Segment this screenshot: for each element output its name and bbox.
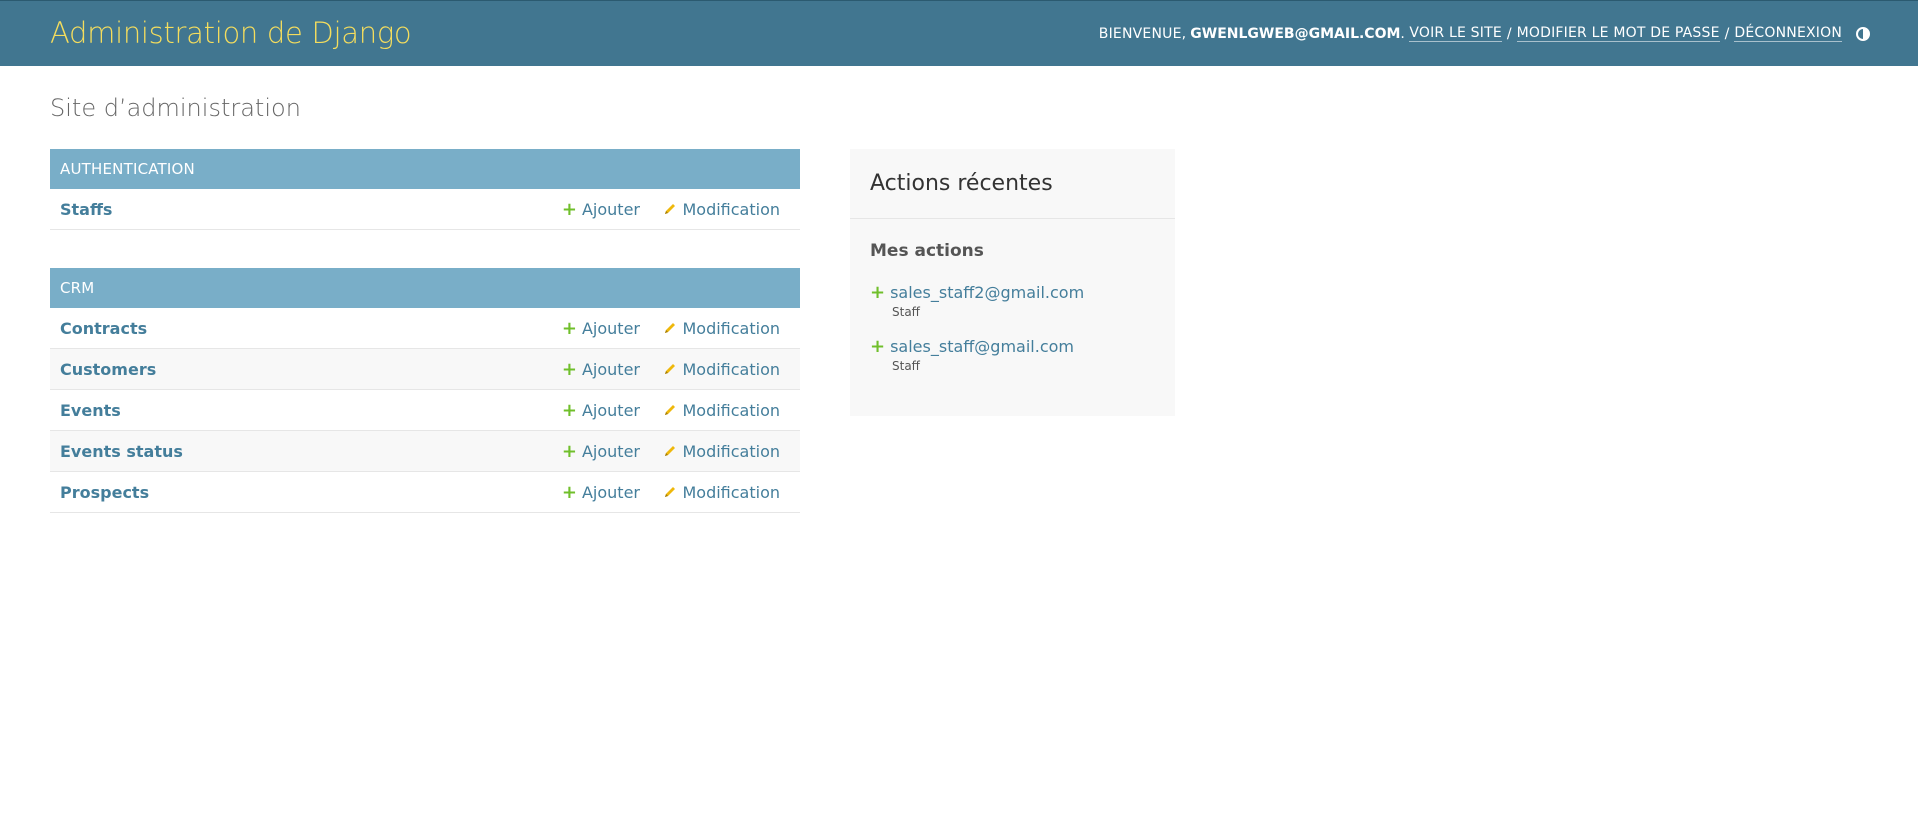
pencil-icon [665,364,676,374]
model-row: Customers + Ajouter Modification [50,349,800,390]
change-link[interactable]: Modification [663,483,780,502]
app-module-crm: CRM Contracts + Ajouter Modification Cust… [50,268,800,513]
theme-toggle-icon[interactable] [1856,26,1870,41]
model-link[interactable]: Events [60,401,121,420]
header: Administration de Django BIENVENUE, GWEN… [0,0,1918,66]
model-row: Events status + Ajouter Modification [50,431,800,472]
add-icon: + [561,359,577,380]
add-icon: + [561,441,577,462]
model-row: Events + Ajouter Modification [50,390,800,431]
add-icon: + [561,482,577,503]
separator: / [1506,25,1512,42]
separator: / [1724,25,1730,42]
pencil-icon [665,323,676,333]
my-actions-heading: Mes actions [870,241,984,261]
add-icon: + [870,336,886,357]
add-link[interactable]: + Ajouter [562,319,640,338]
app-module-authentication: AUTHENTICATION Staffs + Ajouter Modificat… [50,149,800,230]
user-tools: BIENVENUE, GWENLGWEB@GMAIL.COM. VOIR LE … [1099,25,1870,42]
content-type-label: Staff [892,359,920,373]
add-link[interactable]: + Ajouter [562,200,640,219]
pencil-icon [665,405,676,415]
pencil-icon [665,487,676,497]
change-link[interactable]: Modification [663,360,780,379]
recent-action-item: + sales_staff2@gmail.com Staff [870,283,1084,319]
change-password-link[interactable]: MODIFIER LE MOT DE PASSE [1516,25,1720,42]
add-icon: + [870,282,886,303]
pencil-icon [665,446,676,456]
add-link[interactable]: + Ajouter [562,360,640,379]
pencil-icon [665,204,676,214]
view-site-link[interactable]: VOIR LE SITE [1409,25,1502,42]
logout-link[interactable]: DÉCONNEXION [1734,25,1842,42]
add-link[interactable]: + Ajouter [562,442,640,461]
model-row: Staffs + Ajouter Modification [50,189,800,230]
recent-action-link[interactable]: sales_staff@gmail.com [890,337,1074,356]
add-icon: + [561,400,577,421]
model-link[interactable]: Customers [60,360,156,379]
model-link[interactable]: Contracts [60,319,147,338]
welcome-text: BIENVENUE, [1098,25,1187,42]
content-type-label: Staff [892,305,920,319]
model-link[interactable]: Prospects [60,483,149,502]
model-row: Prospects + Ajouter Modification [50,472,800,513]
app-caption[interactable]: CRM [50,268,800,308]
add-link[interactable]: + Ajouter [562,401,640,420]
change-link[interactable]: Modification [663,319,780,338]
change-link[interactable]: Modification [663,442,780,461]
user-name: GWENLGWEB@GMAIL.COM [1190,25,1401,42]
add-link[interactable]: + Ajouter [562,483,640,502]
model-link[interactable]: Events status [60,442,183,461]
recent-action-item: + sales_staff@gmail.com Staff [870,337,1074,373]
recent-action-link[interactable]: sales_staff2@gmail.com [890,283,1084,302]
change-link[interactable]: Modification [663,200,780,219]
page-title: Site d’administration [50,94,301,122]
recent-actions-title: Actions récentes [850,149,1175,219]
add-icon: + [561,199,577,220]
app-caption[interactable]: AUTHENTICATION [50,149,800,189]
change-link[interactable]: Modification [663,401,780,420]
site-branding[interactable]: Administration de Django [50,16,412,50]
recent-actions-panel: Actions récentes Mes actions + sales_staf… [850,149,1175,416]
model-row: Contracts + Ajouter Modification [50,308,800,349]
add-icon: + [561,318,577,339]
model-link[interactable]: Staffs [60,200,112,219]
